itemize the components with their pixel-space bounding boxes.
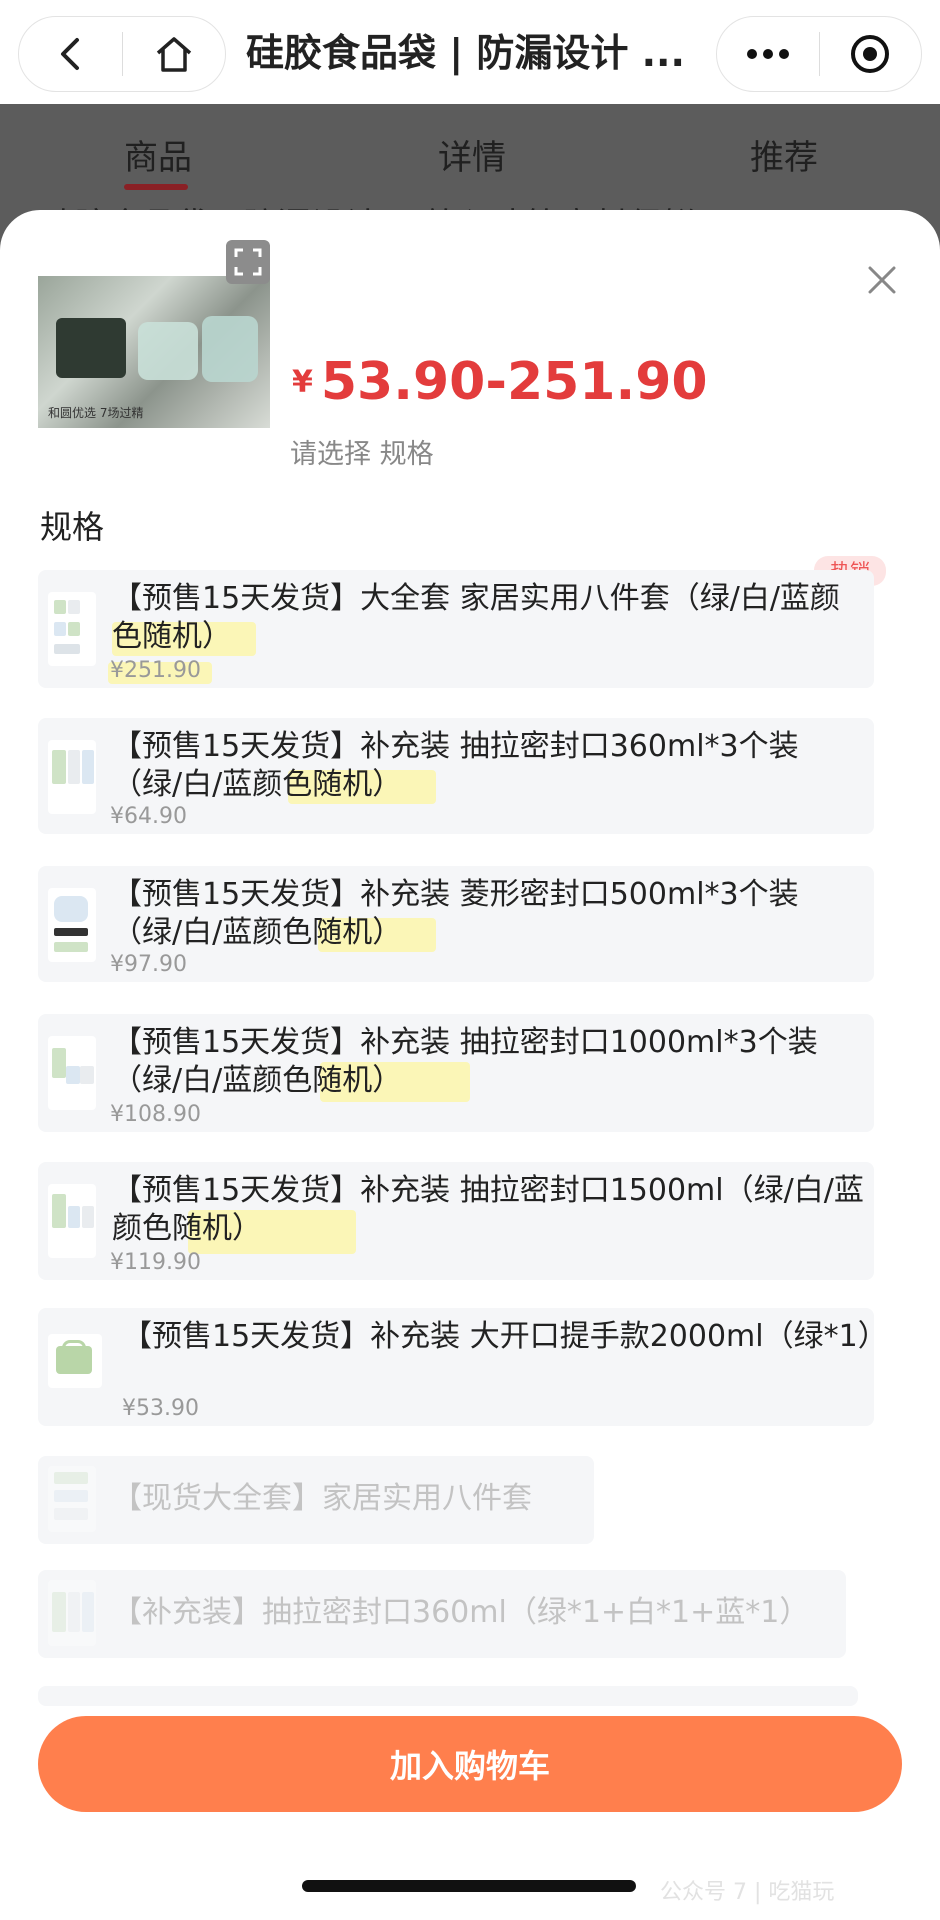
- more-dots-icon: [746, 49, 789, 59]
- selection-hint: 请选择 规格: [290, 439, 434, 470]
- option-price: ¥97.90: [110, 952, 187, 977]
- tab-goods[interactable]: 商品: [124, 130, 192, 179]
- option-thumbnail: [48, 1580, 96, 1646]
- tab-recommend[interactable]: 推荐: [750, 130, 818, 179]
- spec-option[interactable]: 【预售15天发货】补充装 大开口提手款2000ml（绿*1） ¥53.90: [38, 1308, 888, 1426]
- back-button[interactable]: [19, 16, 122, 92]
- spec-option[interactable]: 【预售15天发货】补充装 抽拉密封口360ml*3个装（绿/白/蓝颜色随机） ¥…: [38, 718, 874, 834]
- option-label: 【补充装】抽拉密封口360ml（绿*1+白*1+蓝*1）: [112, 1595, 810, 1630]
- option-thumbnail: [48, 740, 96, 814]
- more-button[interactable]: [717, 16, 819, 92]
- option-price: ¥64.90: [110, 804, 187, 829]
- tab-details[interactable]: 详情: [438, 130, 506, 179]
- close-miniprogram-button[interactable]: [820, 16, 922, 92]
- home-indicator: [302, 1880, 636, 1892]
- product-tabs: 商品 详情 推荐: [0, 104, 940, 204]
- option-price: ¥53.90: [122, 1396, 199, 1421]
- spec-option-unavailable: 【现货大全套】家居实用八件套: [38, 1456, 594, 1544]
- home-icon: [156, 37, 191, 72]
- nav-left-capsule: [18, 16, 226, 92]
- option-thumbnail: [48, 888, 96, 962]
- spec-section-title: 规格: [40, 508, 105, 546]
- close-icon: [868, 266, 896, 294]
- close-sheet-button[interactable]: [862, 260, 902, 300]
- option-price: ¥251.90: [110, 658, 201, 683]
- back-arrow-icon: [61, 38, 80, 70]
- thumbnail-bag-green: [202, 316, 258, 382]
- add-to-cart-button[interactable]: 加入购物车: [38, 1716, 902, 1812]
- watermark: 公众号 7 | 吃猫玩: [660, 1880, 835, 1905]
- sku-selector-sheet: 和圆优选 7场过精 ¥53.90-251.90 请选择 规格 规格 热销 【预售…: [0, 210, 940, 1920]
- fullscreen-icon: [234, 248, 262, 276]
- option-label: 【预售15天发货】补充装 大开口提手款2000ml（绿*1）: [122, 1319, 888, 1354]
- option-thumbnail: [48, 1466, 96, 1532]
- active-tab-indicator: [124, 184, 188, 190]
- option-label: 【现货大全套】家居实用八件套: [112, 1481, 532, 1516]
- spec-option[interactable]: 【预售15天发货】补充装 抽拉密封口1000ml*3个装（绿/白/蓝颜色随机） …: [38, 1014, 874, 1132]
- option-label: 【预售15天发货】补充装 抽拉密封口1500ml（绿/白/蓝颜色随机）: [112, 1173, 864, 1246]
- thumbnail-bag-dark: [56, 318, 126, 378]
- thumbnail-bag-light: [138, 322, 198, 380]
- option-price: ¥108.90: [110, 1102, 201, 1127]
- expand-image-button[interactable]: [226, 240, 270, 284]
- option-label: 【预售15天发货】大全套 家居实用八件套（绿/白/蓝颜色随机）: [112, 581, 840, 654]
- option-label: 【预售15天发货】补充装 抽拉密封口1000ml*3个装（绿/白/蓝颜色随机）: [112, 1025, 818, 1098]
- option-thumbnail: [48, 592, 96, 666]
- price-range: ¥53.90-251.90: [292, 352, 708, 412]
- page-title: 硅胶食品袋 | 防漏设计 ...: [246, 31, 685, 75]
- currency-symbol: ¥: [292, 364, 313, 400]
- home-button[interactable]: [123, 16, 226, 92]
- spec-option[interactable]: 【预售15天发货】大全套 家居实用八件套（绿/白/蓝颜色随机） ¥251.90: [38, 570, 874, 688]
- spec-option-unavailable: 【补充装】抽拉密封口360ml（绿*1+白*1+蓝*1）: [38, 1570, 846, 1658]
- product-thumbnail[interactable]: 和圆优选 7场过精: [38, 276, 270, 428]
- spec-option[interactable]: 【预售15天发货】补充装 菱形密封口500ml*3个装（绿/白/蓝颜色随机） ¥…: [38, 866, 874, 982]
- option-price: ¥119.90: [110, 1250, 201, 1275]
- target-circle-icon: [851, 35, 890, 73]
- spec-option-partial: [38, 1686, 858, 1706]
- option-thumbnail: [48, 1036, 96, 1110]
- top-navigation-bar: 硅胶食品袋 | 防漏设计 ...: [0, 0, 940, 104]
- option-thumbnail: [48, 1334, 102, 1388]
- nav-right-capsule: [716, 16, 922, 92]
- option-thumbnail: [48, 1184, 96, 1258]
- option-label: 【预售15天发货】补充装 菱形密封口500ml*3个装（绿/白/蓝颜色随机）: [112, 877, 799, 950]
- page: 硅胶食品袋 | 防漏设计 ... 商品 详情 推荐 硅胶食品袋 | 防漏设计 可…: [0, 0, 940, 1920]
- thumbnail-caption: 和圆优选 7场过精: [48, 406, 144, 420]
- option-label: 【预售15天发货】补充装 抽拉密封口360ml*3个装（绿/白/蓝颜色随机）: [112, 729, 799, 802]
- price-value: 53.90-251.90: [320, 352, 708, 412]
- spec-option[interactable]: 【预售15天发货】补充装 抽拉密封口1500ml（绿/白/蓝颜色随机） ¥119…: [38, 1162, 874, 1280]
